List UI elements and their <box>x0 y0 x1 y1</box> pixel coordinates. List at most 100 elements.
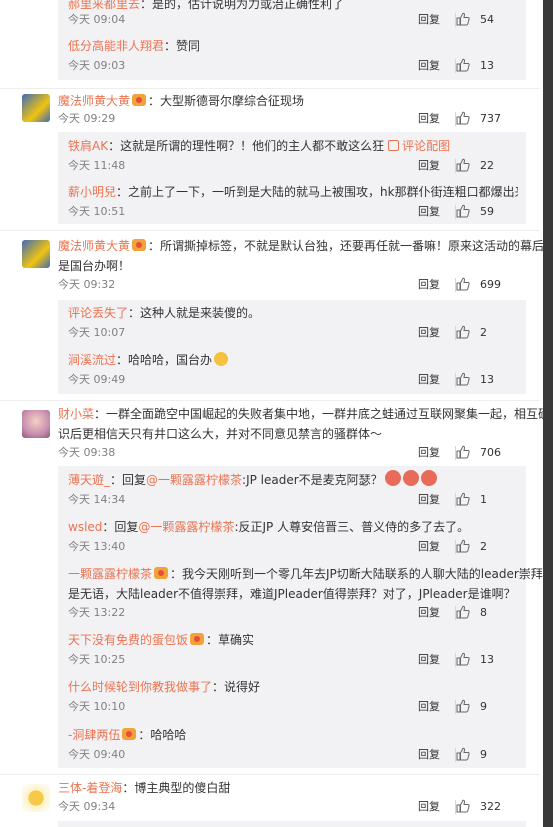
reply-button[interactable]: 回复 <box>418 371 440 389</box>
comment-username[interactable]: 薄天遊_ <box>68 473 110 487</box>
comment-text-continued: 是无语，大陆leader不值得崇拜，难道JPleader值得崇拜？对了，JPle… <box>68 587 516 601</box>
comment-text: ：哈哈哈，国台办 <box>116 353 213 367</box>
comment-username[interactable]: 一颗露露柠檬茶 <box>68 567 152 581</box>
like-count: 13 <box>480 373 494 386</box>
comment-username[interactable]: 魔法师黄大黄 <box>58 239 130 253</box>
reply-button[interactable]: 回复 <box>418 157 440 175</box>
comment-username[interactable]: 低分高能非人翔君 <box>68 39 164 53</box>
comment-text: ：是的，估计说明为力或治正确性利了 <box>140 0 345 11</box>
comment-time: 今天 09:32 <box>58 278 116 291</box>
comment-text: ：我今天刚听到一个零几年去JP切断大陆联系的人聊大陆的leader崇拜，真 <box>170 567 553 581</box>
avatar[interactable] <box>22 410 50 438</box>
comment-text-after: :反正JP 人尊安倍晋三、普义侍的多了去了。 <box>234 520 470 534</box>
mention-link[interactable]: @一颗露露柠檬茶 <box>146 473 242 487</box>
emoji-icon <box>384 470 401 486</box>
reply-button[interactable]: 回复 <box>418 491 440 509</box>
reply-button[interactable]: 回复 <box>418 538 440 556</box>
reply-button[interactable]: 回复 <box>418 746 440 764</box>
reply-button[interactable]: 回复 <box>418 276 440 294</box>
reply-button[interactable]: 回复 <box>418 203 440 221</box>
thumbs-up-icon <box>456 605 470 619</box>
reply-button[interactable]: 回复 <box>418 11 440 29</box>
comment-username[interactable]: wsled <box>68 520 102 534</box>
reply-button[interactable]: 回复 <box>418 604 440 622</box>
list-item: 铁肩AK：这就是所谓的理性啊？！他们的主人都不敢这么狂 评论配图 今天 11:48… <box>58 132 526 178</box>
comment-time: 今天 09:29 <box>58 112 116 125</box>
comment-time: 今天 10:25 <box>68 653 126 666</box>
comment: 三体-着登海：博主典型的傻白甜 今天 09:34 回复 322 <box>0 774 540 822</box>
comment-time: 今天 09:03 <box>68 59 126 72</box>
like-count: 2 <box>480 540 487 553</box>
like-count: 2 <box>480 326 487 339</box>
comment-time: 今天 13:40 <box>68 540 126 553</box>
list-item: 薄天遊_：回复@一颗露露柠檬茶:JP leader不是麦克阿瑟？ 今天 14:3… <box>58 466 526 514</box>
comment-username[interactable]: 财小菜 <box>58 407 94 421</box>
thumbs-up-icon <box>456 492 470 506</box>
comment-username[interactable]: 薪小明兒 <box>68 185 116 199</box>
thumbs-up-icon <box>456 699 470 713</box>
list-item: 什么时候轮到你教我做事了：说得好 今天 10:10 回复 9 <box>58 672 526 720</box>
comment-username[interactable]: -洞肆两伍 <box>68 728 120 742</box>
comment-username[interactable]: 魔法师黄大黄 <box>58 94 130 108</box>
comment-text: ：大型斯德哥尔摩综合征现场 <box>148 94 305 108</box>
comment-text: ：之前上了一下，一听到是大陆的就马上被围攻，hk那群仆街连粗口都爆出来了 <box>116 185 518 199</box>
comment-image-link[interactable]: 评论配图 <box>402 139 450 153</box>
mention-link[interactable]: @一颗露露柠檬茶 <box>138 520 234 534</box>
list-item: 郝里来都里去：是的，估计说明为力或治正确性利了 今天 09:04 回复 54 <box>58 0 526 36</box>
list-item: 薪小明兒：之前上了一下，一听到是大陆的就马上被围攻，hk那群仆街连粗口都爆出来了… <box>58 178 526 224</box>
like-count: 1 <box>480 493 487 506</box>
comment-username[interactable]: 评论丢失了 <box>68 306 128 320</box>
thumbs-up-icon <box>456 325 470 339</box>
like-count: 13 <box>480 653 494 666</box>
comment-text: ：这就是所谓的理性啊？！他们的主人都不敢这么狂 <box>108 139 385 153</box>
vip-badge-icon <box>132 239 147 251</box>
reply-button[interactable]: 回复 <box>418 324 440 342</box>
comment-text-continued: 识后更相信天只有井口这么大，并对不同意见禁言的骚群体～ <box>58 427 383 441</box>
reply-button[interactable]: 回复 <box>418 110 440 128</box>
thumbs-up-icon <box>456 111 470 125</box>
comment-time: 今天 13:22 <box>68 606 126 619</box>
avatar[interactable] <box>22 94 50 122</box>
comment-text: ：赞同 <box>164 39 201 53</box>
reply-button[interactable]: 回复 <box>418 444 440 462</box>
comment-text-continued: 是国台办啊！ <box>58 259 131 273</box>
comment-text: ：博主典型的傻白甜 <box>122 781 231 795</box>
comment-username[interactable]: 三体-着登海 <box>58 781 122 795</box>
list-item <box>58 821 526 827</box>
comment: 魔法师黄大黄 ：大型斯德哥尔摩综合征现场 今天 09:29 回复 737 <box>0 88 540 132</box>
emoji-icon <box>420 470 437 486</box>
laughing-emoji-icon <box>214 352 229 366</box>
comment-username[interactable]: 铁肩AK <box>68 139 108 153</box>
comment-username[interactable]: 郝里来都里去 <box>68 0 140 11</box>
like-count: 22 <box>480 159 494 172</box>
list-item: 一颗露露柠檬茶 ：我今天刚听到一个零几年去JP切断大陆联系的人聊大陆的leader… <box>58 560 553 626</box>
comment-username[interactable]: 天下没有免费的蛋包饭 <box>68 633 188 647</box>
emoji-icon <box>402 470 419 486</box>
thumbs-up-icon <box>456 445 470 459</box>
comment-text: ：一群全面跪空中国崛起的失败者集中地，一群井底之蛙通过互联网聚集一起，相互确认共 <box>94 407 553 421</box>
comment-time: 今天 09:40 <box>68 748 126 761</box>
reply-button[interactable]: 回复 <box>418 651 440 669</box>
thumbs-up-icon <box>456 277 470 291</box>
comment-username[interactable]: 什么时候轮到你教我做事了 <box>68 680 212 694</box>
thumbs-up-icon <box>456 12 470 26</box>
comment-username[interactable]: 涧溪流过 <box>68 353 116 367</box>
comment-text-after: :JP leader不是麦克阿瑟？ <box>242 473 383 487</box>
comment-text: ：哈哈哈 <box>138 728 187 742</box>
avatar[interactable] <box>22 240 50 268</box>
reply-button[interactable]: 回复 <box>418 57 440 75</box>
list-item: 低分高能非人翔君：赞同 今天 09:03 回复 13 <box>58 36 526 80</box>
reply-button[interactable]: 回复 <box>418 698 440 716</box>
comment-text: ：回复 <box>110 473 147 487</box>
thumbs-up-icon <box>456 799 470 813</box>
like-count: 706 <box>480 446 501 459</box>
like-count: 322 <box>480 800 501 813</box>
image-icon <box>388 140 400 151</box>
avatar[interactable] <box>22 784 50 812</box>
vip-badge-icon <box>132 94 147 106</box>
comment-text: ：这种人就是来装傻的。 <box>128 306 261 320</box>
thumbs-up-icon <box>456 158 470 172</box>
reply-button[interactable]: 回复 <box>418 798 440 816</box>
like-count: 13 <box>480 59 494 72</box>
vip-badge-icon <box>154 567 169 579</box>
